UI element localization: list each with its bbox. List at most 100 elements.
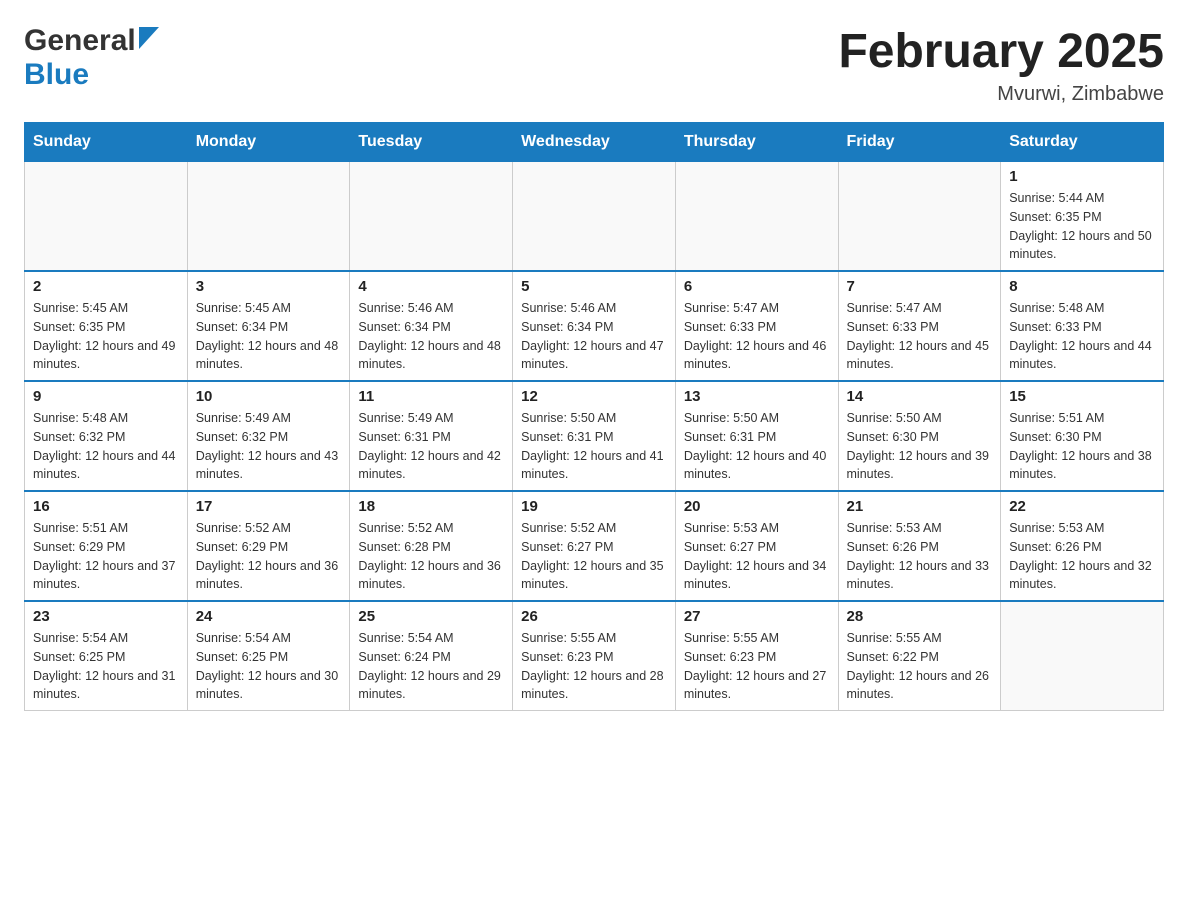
table-row bbox=[350, 162, 513, 272]
day-number: 20 bbox=[684, 498, 830, 515]
table-row: 16 Sunrise: 5:51 AM Sunset: 6:29 PM Dayl… bbox=[25, 491, 188, 601]
sunset-text: Sunset: 6:33 PM bbox=[1009, 320, 1101, 334]
sunrise-text: Sunrise: 5:52 AM bbox=[358, 521, 453, 535]
daylight-text: Daylight: 12 hours and 35 minutes. bbox=[521, 559, 663, 592]
sunset-text: Sunset: 6:27 PM bbox=[684, 540, 776, 554]
day-number: 2 bbox=[33, 278, 179, 295]
logo: General Blue bbox=[24, 24, 159, 92]
day-number: 7 bbox=[847, 278, 993, 295]
daylight-text: Daylight: 12 hours and 34 minutes. bbox=[684, 559, 826, 592]
day-number: 25 bbox=[358, 608, 504, 625]
title-area: February 2025 Mvurwi, Zimbabwe bbox=[838, 24, 1164, 106]
sunrise-text: Sunrise: 5:52 AM bbox=[196, 521, 291, 535]
sunrise-text: Sunrise: 5:50 AM bbox=[521, 411, 616, 425]
sunset-text: Sunset: 6:34 PM bbox=[358, 320, 450, 334]
table-row: 23 Sunrise: 5:54 AM Sunset: 6:25 PM Dayl… bbox=[25, 601, 188, 711]
table-row: 11 Sunrise: 5:49 AM Sunset: 6:31 PM Dayl… bbox=[350, 381, 513, 491]
daylight-text: Daylight: 12 hours and 27 minutes. bbox=[684, 669, 826, 702]
day-number: 28 bbox=[847, 608, 993, 625]
header-thursday: Thursday bbox=[675, 123, 838, 162]
table-row bbox=[25, 162, 188, 272]
day-info: Sunrise: 5:45 AM Sunset: 6:35 PM Dayligh… bbox=[33, 299, 179, 374]
daylight-text: Daylight: 12 hours and 44 minutes. bbox=[1009, 339, 1151, 372]
logo-blue-text: Blue bbox=[24, 58, 89, 91]
sunset-text: Sunset: 6:23 PM bbox=[521, 650, 613, 664]
daylight-text: Daylight: 12 hours and 48 minutes. bbox=[196, 339, 338, 372]
sunrise-text: Sunrise: 5:44 AM bbox=[1009, 191, 1104, 205]
sunset-text: Sunset: 6:30 PM bbox=[847, 430, 939, 444]
table-row: 8 Sunrise: 5:48 AM Sunset: 6:33 PM Dayli… bbox=[1001, 271, 1164, 381]
page-header: General Blue February 2025 Mvurwi, Zimba… bbox=[24, 24, 1164, 106]
sunrise-text: Sunrise: 5:51 AM bbox=[1009, 411, 1104, 425]
sunrise-text: Sunrise: 5:54 AM bbox=[358, 631, 453, 645]
sunrise-text: Sunrise: 5:55 AM bbox=[521, 631, 616, 645]
sunset-text: Sunset: 6:31 PM bbox=[684, 430, 776, 444]
table-row: 25 Sunrise: 5:54 AM Sunset: 6:24 PM Dayl… bbox=[350, 601, 513, 711]
daylight-text: Daylight: 12 hours and 44 minutes. bbox=[33, 449, 175, 482]
day-info: Sunrise: 5:48 AM Sunset: 6:32 PM Dayligh… bbox=[33, 409, 179, 484]
table-row: 26 Sunrise: 5:55 AM Sunset: 6:23 PM Dayl… bbox=[513, 601, 676, 711]
day-number: 9 bbox=[33, 388, 179, 405]
table-row: 27 Sunrise: 5:55 AM Sunset: 6:23 PM Dayl… bbox=[675, 601, 838, 711]
day-info: Sunrise: 5:53 AM Sunset: 6:26 PM Dayligh… bbox=[847, 519, 993, 594]
header-friday: Friday bbox=[838, 123, 1001, 162]
day-number: 19 bbox=[521, 498, 667, 515]
daylight-text: Daylight: 12 hours and 37 minutes. bbox=[33, 559, 175, 592]
table-row bbox=[1001, 601, 1164, 711]
table-row: 6 Sunrise: 5:47 AM Sunset: 6:33 PM Dayli… bbox=[675, 271, 838, 381]
sunrise-text: Sunrise: 5:53 AM bbox=[847, 521, 942, 535]
day-info: Sunrise: 5:55 AM Sunset: 6:23 PM Dayligh… bbox=[684, 629, 830, 704]
daylight-text: Daylight: 12 hours and 46 minutes. bbox=[684, 339, 826, 372]
day-info: Sunrise: 5:54 AM Sunset: 6:25 PM Dayligh… bbox=[196, 629, 342, 704]
day-number: 27 bbox=[684, 608, 830, 625]
table-row: 10 Sunrise: 5:49 AM Sunset: 6:32 PM Dayl… bbox=[187, 381, 350, 491]
sunset-text: Sunset: 6:33 PM bbox=[847, 320, 939, 334]
daylight-text: Daylight: 12 hours and 36 minutes. bbox=[358, 559, 500, 592]
sunrise-text: Sunrise: 5:51 AM bbox=[33, 521, 128, 535]
sunset-text: Sunset: 6:32 PM bbox=[33, 430, 125, 444]
table-row: 24 Sunrise: 5:54 AM Sunset: 6:25 PM Dayl… bbox=[187, 601, 350, 711]
day-info: Sunrise: 5:44 AM Sunset: 6:35 PM Dayligh… bbox=[1009, 189, 1155, 264]
sunrise-text: Sunrise: 5:53 AM bbox=[684, 521, 779, 535]
sunrise-text: Sunrise: 5:49 AM bbox=[358, 411, 453, 425]
day-number: 6 bbox=[684, 278, 830, 295]
day-number: 13 bbox=[684, 388, 830, 405]
sunset-text: Sunset: 6:30 PM bbox=[1009, 430, 1101, 444]
day-number: 26 bbox=[521, 608, 667, 625]
day-info: Sunrise: 5:51 AM Sunset: 6:30 PM Dayligh… bbox=[1009, 409, 1155, 484]
table-row: 22 Sunrise: 5:53 AM Sunset: 6:26 PM Dayl… bbox=[1001, 491, 1164, 601]
calendar-table: Sunday Monday Tuesday Wednesday Thursday… bbox=[24, 122, 1164, 711]
table-row: 4 Sunrise: 5:46 AM Sunset: 6:34 PM Dayli… bbox=[350, 271, 513, 381]
daylight-text: Daylight: 12 hours and 47 minutes. bbox=[521, 339, 663, 372]
sunrise-text: Sunrise: 5:50 AM bbox=[684, 411, 779, 425]
header-tuesday: Tuesday bbox=[350, 123, 513, 162]
sunset-text: Sunset: 6:35 PM bbox=[33, 320, 125, 334]
day-number: 10 bbox=[196, 388, 342, 405]
header-monday: Monday bbox=[187, 123, 350, 162]
sunset-text: Sunset: 6:31 PM bbox=[358, 430, 450, 444]
table-row: 21 Sunrise: 5:53 AM Sunset: 6:26 PM Dayl… bbox=[838, 491, 1001, 601]
day-info: Sunrise: 5:51 AM Sunset: 6:29 PM Dayligh… bbox=[33, 519, 179, 594]
day-info: Sunrise: 5:54 AM Sunset: 6:25 PM Dayligh… bbox=[33, 629, 179, 704]
day-number: 21 bbox=[847, 498, 993, 515]
calendar-week-row: 1 Sunrise: 5:44 AM Sunset: 6:35 PM Dayli… bbox=[25, 162, 1164, 272]
calendar-week-row: 16 Sunrise: 5:51 AM Sunset: 6:29 PM Dayl… bbox=[25, 491, 1164, 601]
sunset-text: Sunset: 6:25 PM bbox=[196, 650, 288, 664]
logo-general-text: General bbox=[24, 24, 136, 58]
daylight-text: Daylight: 12 hours and 30 minutes. bbox=[196, 669, 338, 702]
table-row bbox=[513, 162, 676, 272]
day-info: Sunrise: 5:47 AM Sunset: 6:33 PM Dayligh… bbox=[684, 299, 830, 374]
table-row: 14 Sunrise: 5:50 AM Sunset: 6:30 PM Dayl… bbox=[838, 381, 1001, 491]
day-info: Sunrise: 5:52 AM Sunset: 6:27 PM Dayligh… bbox=[521, 519, 667, 594]
calendar-week-row: 9 Sunrise: 5:48 AM Sunset: 6:32 PM Dayli… bbox=[25, 381, 1164, 491]
table-row: 18 Sunrise: 5:52 AM Sunset: 6:28 PM Dayl… bbox=[350, 491, 513, 601]
day-info: Sunrise: 5:48 AM Sunset: 6:33 PM Dayligh… bbox=[1009, 299, 1155, 374]
sunrise-text: Sunrise: 5:47 AM bbox=[684, 301, 779, 315]
sunset-text: Sunset: 6:22 PM bbox=[847, 650, 939, 664]
day-number: 17 bbox=[196, 498, 342, 515]
daylight-text: Daylight: 12 hours and 40 minutes. bbox=[684, 449, 826, 482]
day-info: Sunrise: 5:55 AM Sunset: 6:23 PM Dayligh… bbox=[521, 629, 667, 704]
day-info: Sunrise: 5:53 AM Sunset: 6:26 PM Dayligh… bbox=[1009, 519, 1155, 594]
day-info: Sunrise: 5:53 AM Sunset: 6:27 PM Dayligh… bbox=[684, 519, 830, 594]
daylight-text: Daylight: 12 hours and 33 minutes. bbox=[847, 559, 989, 592]
